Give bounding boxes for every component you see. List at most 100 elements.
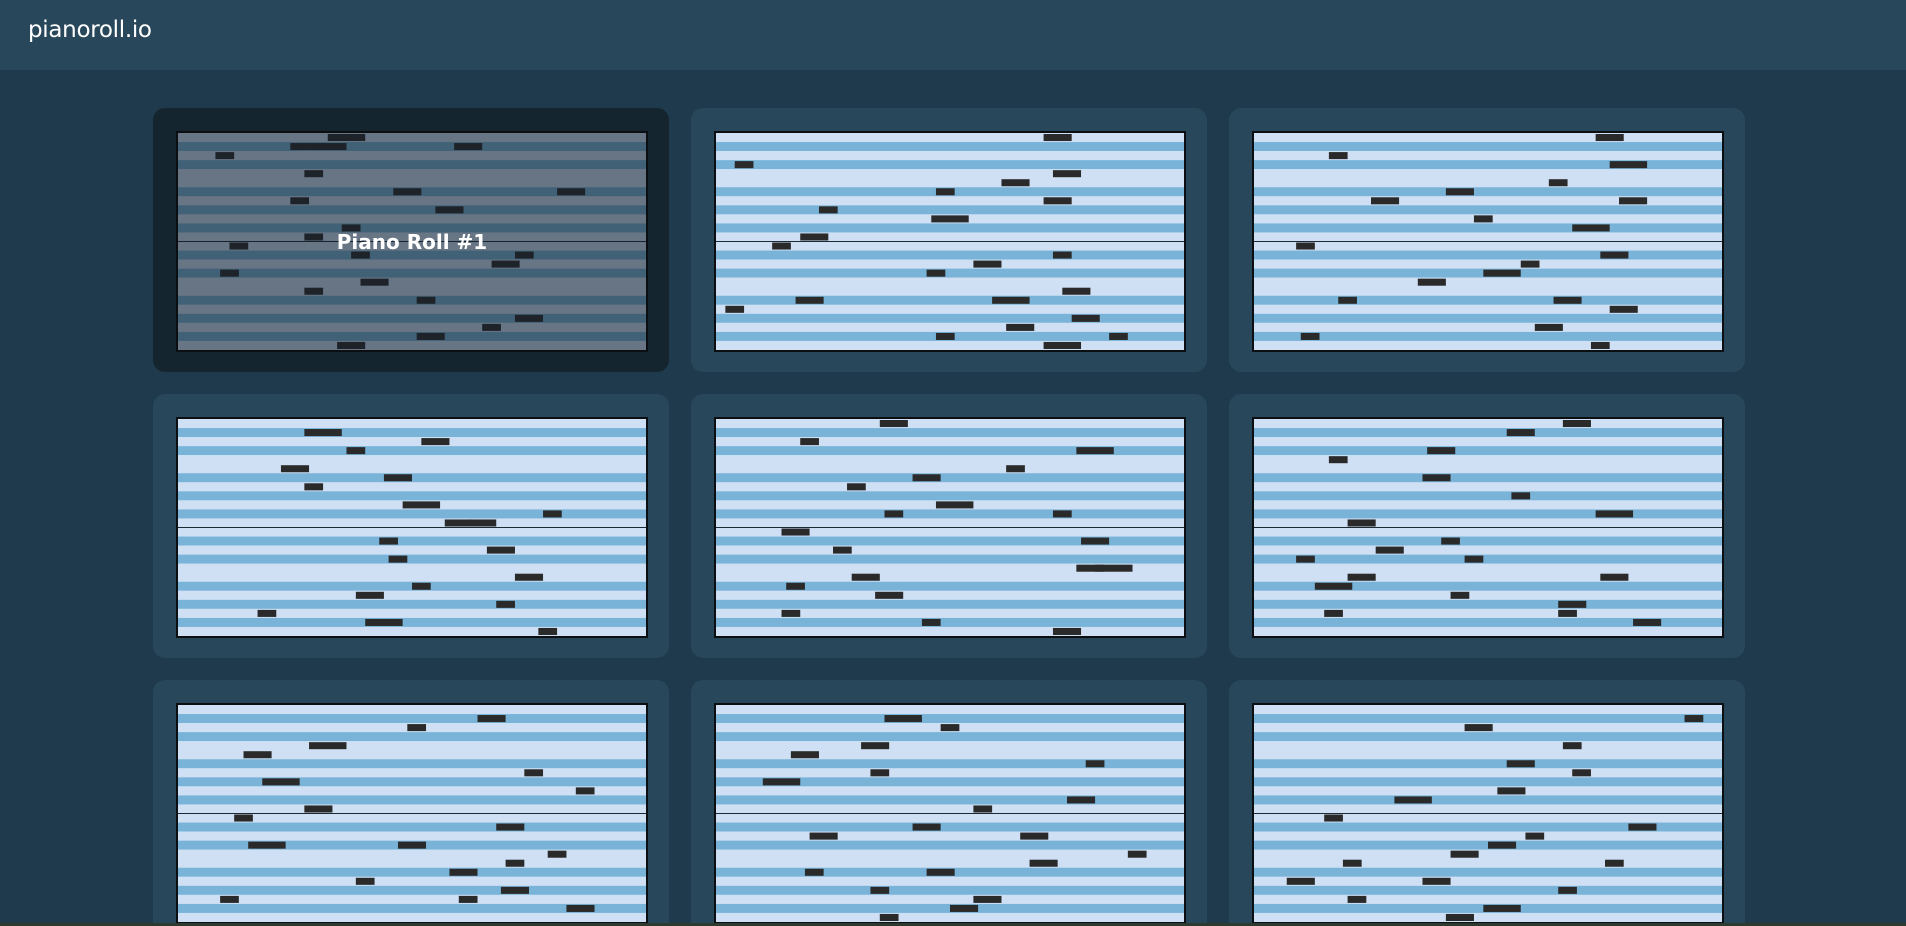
piano-roll-card[interactable] xyxy=(153,394,669,658)
midi-note xyxy=(1497,787,1526,795)
midi-note xyxy=(861,742,890,750)
pitch-row xyxy=(716,626,1184,636)
pitch-row xyxy=(1254,732,1722,742)
pitch-row xyxy=(1254,554,1722,564)
pitch-row xyxy=(178,831,646,841)
pitch-row xyxy=(1254,482,1722,492)
pitch-row xyxy=(1254,912,1722,922)
pitch-row xyxy=(1254,714,1722,724)
midi-note xyxy=(1062,287,1091,295)
midi-note xyxy=(1296,242,1315,250)
midi-note xyxy=(1043,341,1082,349)
pitch-row xyxy=(178,545,646,555)
pitch-row xyxy=(1254,849,1722,859)
midi-note xyxy=(1445,188,1474,196)
pitch-row xyxy=(716,428,1184,438)
midi-note xyxy=(734,161,754,169)
piano-roll-preview xyxy=(1252,131,1724,352)
piano-roll-card[interactable]: Piano Roll #1 xyxy=(153,108,669,372)
piano-roll-card[interactable] xyxy=(1229,108,1745,372)
piano-roll-card[interactable] xyxy=(691,394,1207,658)
pitch-row xyxy=(178,894,646,904)
pitch-row xyxy=(178,867,646,877)
pitch-row xyxy=(716,840,1184,850)
pitch-row xyxy=(716,169,1184,179)
pitch-row xyxy=(178,572,646,582)
pitch-row xyxy=(1254,599,1722,609)
midi-note xyxy=(1511,492,1531,500)
piano-roll-preview xyxy=(714,417,1186,638)
pitch-row xyxy=(716,473,1184,483)
pitch-row xyxy=(178,705,646,715)
midi-note xyxy=(1347,573,1376,581)
midi-note xyxy=(468,519,497,527)
pitch-row xyxy=(178,804,646,814)
pitch-row xyxy=(716,617,1184,627)
piano-roll-card[interactable] xyxy=(691,108,1207,372)
pitch-row xyxy=(1254,813,1722,823)
midi-note xyxy=(1483,904,1521,912)
piano-roll-preview xyxy=(714,131,1186,352)
midi-note xyxy=(355,591,384,599)
midi-note xyxy=(870,886,890,894)
midi-note xyxy=(1595,134,1624,142)
midi-note xyxy=(1605,859,1624,867)
pitch-row xyxy=(1254,795,1722,805)
midi-note xyxy=(262,778,300,786)
piano-roll-card[interactable] xyxy=(1229,680,1745,926)
pitch-row xyxy=(716,437,1184,447)
pitch-row xyxy=(1254,545,1722,555)
midi-note xyxy=(407,724,427,732)
pitch-row xyxy=(1254,572,1722,582)
piano-roll-card[interactable] xyxy=(691,680,1207,926)
midi-note xyxy=(1445,913,1474,921)
midi-note xyxy=(1001,179,1030,187)
midi-note xyxy=(543,510,562,518)
midi-note xyxy=(1441,537,1460,545)
midi-note xyxy=(234,814,253,822)
pitch-row xyxy=(716,313,1184,323)
midi-note xyxy=(1020,832,1049,840)
midi-note xyxy=(365,618,403,626)
pitch-row xyxy=(1254,331,1722,341)
pitch-row xyxy=(716,741,1184,751)
midi-note xyxy=(1422,474,1451,482)
pitch-row xyxy=(716,223,1184,233)
midi-note xyxy=(304,483,324,491)
midi-note xyxy=(1342,859,1362,867)
midi-note xyxy=(1324,609,1343,617)
midi-note xyxy=(786,582,805,590)
pitch-row xyxy=(178,518,646,528)
pitch-row xyxy=(1254,142,1722,152)
pitch-row xyxy=(716,133,1184,143)
pitch-row xyxy=(1254,313,1722,323)
midi-note xyxy=(781,609,801,617)
pitch-row xyxy=(1254,518,1722,528)
pitch-row xyxy=(178,599,646,609)
pitch-row xyxy=(1254,187,1722,197)
piano-roll-card[interactable] xyxy=(153,680,669,926)
pitch-row xyxy=(178,741,646,751)
midi-note xyxy=(1628,823,1657,831)
midi-note xyxy=(458,895,478,903)
pitch-row xyxy=(1254,500,1722,510)
midi-note xyxy=(1338,296,1357,304)
pitch-row xyxy=(716,554,1184,564)
midi-note xyxy=(1473,215,1493,223)
midi-note xyxy=(1328,152,1348,160)
top-navigation-bar: pianoroll.io xyxy=(0,0,1906,70)
midi-note xyxy=(309,742,347,750)
pitch-row xyxy=(716,286,1184,296)
piano-roll-svg xyxy=(1254,133,1722,350)
pitch-row xyxy=(178,428,646,438)
pitch-row xyxy=(716,196,1184,206)
brand-logo-link[interactable]: pianoroll.io xyxy=(28,17,152,43)
pitch-row xyxy=(1254,786,1722,796)
midi-note xyxy=(566,904,595,912)
hover-overlay: Piano Roll #1 xyxy=(178,133,646,350)
midi-note xyxy=(346,447,366,455)
midi-note xyxy=(912,474,941,482)
piano-roll-card[interactable] xyxy=(1229,394,1745,658)
midi-note xyxy=(1427,447,1456,455)
midi-note xyxy=(1534,323,1563,331)
